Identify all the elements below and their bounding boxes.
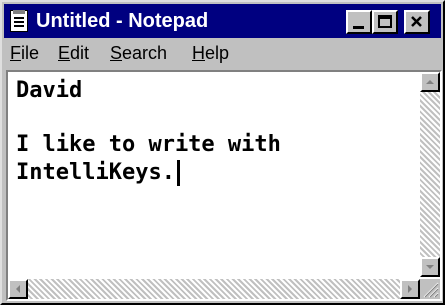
close-button[interactable]: [404, 10, 430, 34]
menu-bar: File Edit Search Help: [4, 38, 441, 68]
scroll-left-button[interactable]: [8, 279, 28, 299]
menu-help[interactable]: Help: [192, 42, 229, 64]
window-title: Untitled - Notepad: [36, 10, 209, 32]
maximize-icon: [378, 15, 392, 28]
editor-frame: David I like to write with IntelliKeys.: [6, 70, 442, 301]
title-bar[interactable]: Untitled - Notepad: [4, 4, 441, 38]
text-editor[interactable]: David I like to write with IntelliKeys.: [10, 74, 418, 254]
menu-file-label: ile: [21, 43, 40, 63]
menu-edit[interactable]: Edit: [58, 42, 89, 64]
text-line: David: [16, 78, 83, 103]
minimize-icon: [353, 26, 364, 29]
notepad-icon-clip: [13, 10, 25, 14]
menu-edit-label: dit: [70, 43, 90, 63]
text-line: I like to write with: [16, 132, 281, 157]
horizontal-scrollbar[interactable]: [8, 279, 420, 299]
minimize-button[interactable]: [346, 10, 372, 34]
scroll-down-button[interactable]: [420, 257, 440, 277]
text-line-last: IntelliKeys.: [16, 160, 180, 186]
menu-file[interactable]: File: [10, 42, 39, 64]
close-icon: [411, 16, 422, 27]
arrow-down-icon: [426, 265, 434, 269]
menu-help-mnemonic: H: [192, 43, 205, 63]
notepad-icon-line: [14, 21, 24, 23]
menu-search-label: earch: [122, 43, 168, 63]
text-line: IntelliKeys.: [16, 160, 175, 185]
menu-edit-mnemonic: E: [58, 43, 71, 63]
scroll-up-button[interactable]: [420, 72, 440, 92]
arrow-up-icon: [426, 80, 434, 84]
vertical-scrollbar[interactable]: [420, 72, 440, 277]
menu-search-mnemonic: S: [110, 43, 123, 63]
notepad-icon[interactable]: [10, 10, 28, 32]
menu-search[interactable]: Search: [110, 42, 167, 64]
text-caret: [176, 160, 180, 186]
menu-file-mnemonic: F: [10, 43, 21, 63]
notepad-window: Untitled - Notepad File Edit Search Help…: [0, 0, 445, 305]
notepad-icon-line: [14, 17, 24, 19]
resize-grip-lines: [423, 282, 439, 298]
arrow-right-icon: [408, 285, 412, 293]
scroll-right-button[interactable]: [400, 279, 420, 299]
menu-help-label: elp: [205, 43, 230, 63]
arrow-left-icon: [16, 285, 20, 293]
resize-grip-icon[interactable]: [420, 279, 440, 299]
maximize-button[interactable]: [372, 10, 398, 34]
notepad-icon-line: [14, 25, 24, 27]
